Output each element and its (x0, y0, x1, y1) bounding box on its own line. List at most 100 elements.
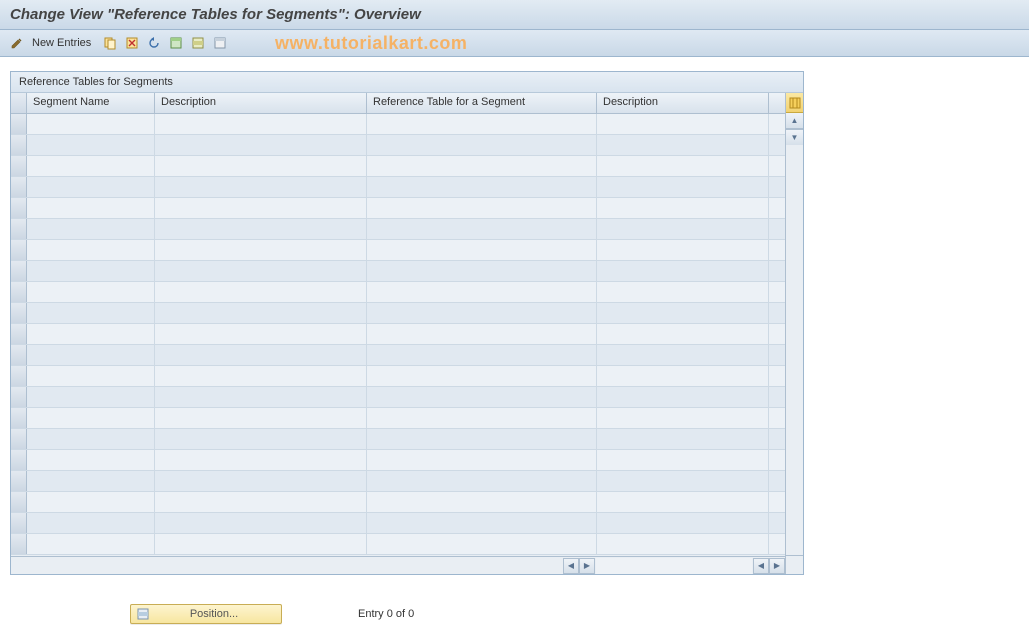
cell[interactable] (155, 219, 367, 240)
cell[interactable] (367, 429, 597, 450)
row-selector[interactable] (11, 198, 27, 218)
undo-icon[interactable] (145, 34, 163, 52)
cell[interactable] (27, 387, 155, 408)
cell[interactable] (27, 261, 155, 282)
cell[interactable] (597, 156, 769, 177)
cell[interactable] (597, 303, 769, 324)
row-selector[interactable] (11, 387, 27, 407)
cell[interactable] (367, 282, 597, 303)
cell[interactable] (155, 156, 367, 177)
select-all-icon[interactable] (167, 34, 185, 52)
column-header-reference-table[interactable]: Reference Table for a Segment (367, 93, 597, 113)
select-block-icon[interactable] (189, 34, 207, 52)
cell[interactable] (155, 177, 367, 198)
cell[interactable] (367, 177, 597, 198)
cell[interactable] (27, 156, 155, 177)
cell[interactable] (597, 282, 769, 303)
cell[interactable] (367, 261, 597, 282)
cell[interactable] (597, 135, 769, 156)
cell[interactable] (155, 198, 367, 219)
row-selector[interactable] (11, 345, 27, 365)
cell[interactable] (27, 282, 155, 303)
cell[interactable] (597, 324, 769, 345)
cell[interactable] (367, 198, 597, 219)
cell[interactable] (367, 303, 597, 324)
cell[interactable] (367, 513, 597, 534)
cell[interactable] (27, 240, 155, 261)
cell[interactable] (597, 114, 769, 135)
row-selector[interactable] (11, 471, 27, 491)
cell[interactable] (367, 219, 597, 240)
cell[interactable] (155, 282, 367, 303)
cell[interactable] (155, 450, 367, 471)
cell[interactable] (27, 408, 155, 429)
cell[interactable] (597, 471, 769, 492)
cell[interactable] (27, 114, 155, 135)
cell[interactable] (155, 114, 367, 135)
cell[interactable] (367, 345, 597, 366)
cell[interactable] (27, 366, 155, 387)
row-selector[interactable] (11, 324, 27, 344)
cell[interactable] (155, 471, 367, 492)
row-selector[interactable] (11, 156, 27, 176)
row-selector[interactable] (11, 450, 27, 470)
row-selector-header[interactable] (11, 93, 27, 113)
row-selector[interactable] (11, 429, 27, 449)
cell[interactable] (155, 135, 367, 156)
row-selector[interactable] (11, 240, 27, 260)
cell[interactable] (367, 366, 597, 387)
cell[interactable] (155, 261, 367, 282)
cell[interactable] (367, 387, 597, 408)
cell[interactable] (27, 177, 155, 198)
cell[interactable] (155, 387, 367, 408)
row-selector[interactable] (11, 135, 27, 155)
vscroll-up-icon[interactable]: ▲ (786, 113, 803, 129)
cell[interactable] (27, 135, 155, 156)
cell[interactable] (367, 450, 597, 471)
cell[interactable] (155, 408, 367, 429)
cell[interactable] (27, 219, 155, 240)
cell[interactable] (597, 534, 769, 555)
cell[interactable] (27, 513, 155, 534)
cell[interactable] (367, 534, 597, 555)
cell[interactable] (27, 492, 155, 513)
cell[interactable] (155, 324, 367, 345)
cell[interactable] (155, 240, 367, 261)
row-selector[interactable] (11, 177, 27, 197)
row-selector[interactable] (11, 513, 27, 533)
hscroll-left-end-icon[interactable]: ◀ (753, 558, 769, 574)
cell[interactable] (367, 324, 597, 345)
cell[interactable] (367, 408, 597, 429)
row-selector[interactable] (11, 261, 27, 281)
cell[interactable] (597, 366, 769, 387)
cell[interactable] (597, 513, 769, 534)
cell[interactable] (597, 240, 769, 261)
cell[interactable] (597, 198, 769, 219)
row-selector[interactable] (11, 114, 27, 134)
cell[interactable] (597, 261, 769, 282)
cell[interactable] (155, 513, 367, 534)
cell[interactable] (367, 492, 597, 513)
row-selector[interactable] (11, 534, 27, 554)
cell[interactable] (27, 471, 155, 492)
cell[interactable] (27, 345, 155, 366)
cell[interactable] (155, 345, 367, 366)
cell[interactable] (155, 366, 367, 387)
column-header-segment-name[interactable]: Segment Name (27, 93, 155, 113)
cell[interactable] (27, 198, 155, 219)
cell[interactable] (155, 303, 367, 324)
cell[interactable] (597, 408, 769, 429)
position-button[interactable]: Position... (130, 604, 282, 624)
cell[interactable] (27, 534, 155, 555)
cell[interactable] (597, 345, 769, 366)
cell[interactable] (367, 471, 597, 492)
cell[interactable] (597, 450, 769, 471)
copy-icon[interactable] (101, 34, 119, 52)
cell[interactable] (367, 135, 597, 156)
cell[interactable] (27, 324, 155, 345)
cell[interactable] (597, 219, 769, 240)
row-selector[interactable] (11, 219, 27, 239)
cell[interactable] (367, 114, 597, 135)
cell[interactable] (155, 492, 367, 513)
cell[interactable] (155, 534, 367, 555)
